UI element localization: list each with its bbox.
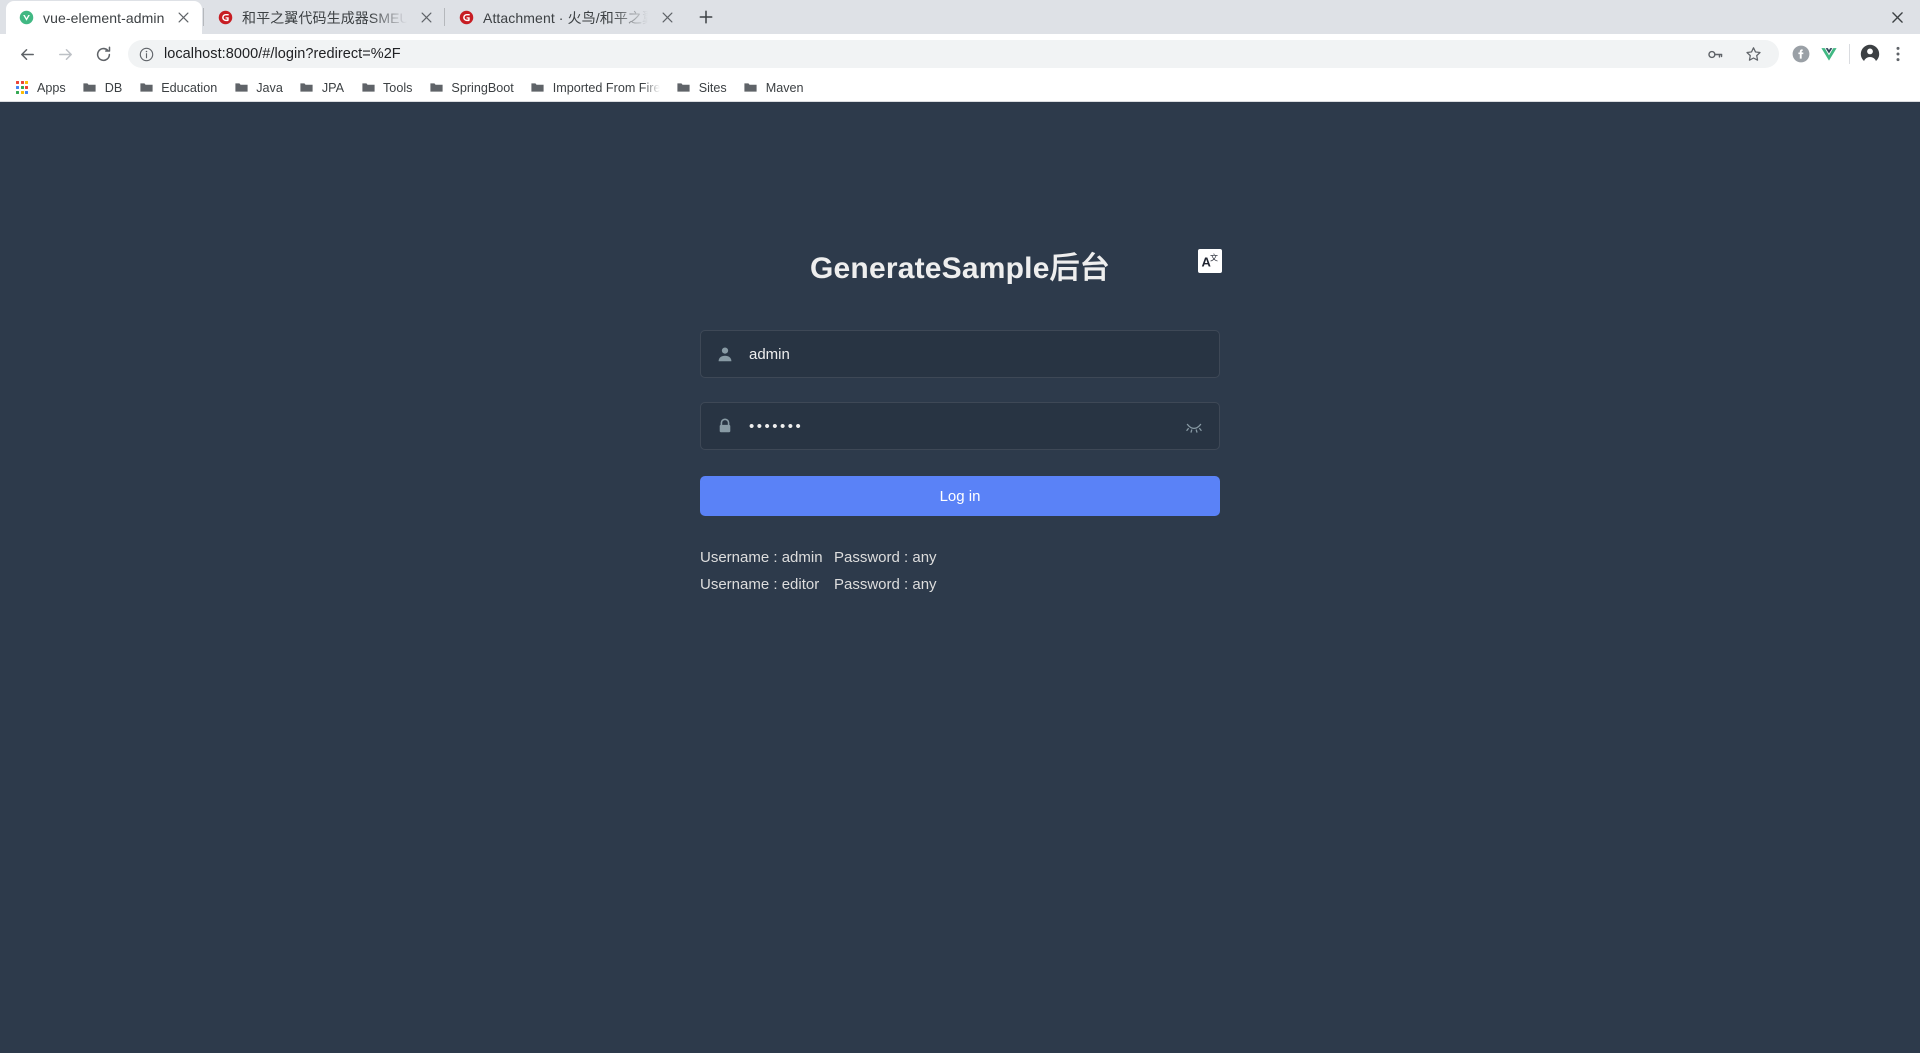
- bookmark-label: Maven: [765, 80, 804, 95]
- tab-title: Attachment · 火鸟/和平之翼: [483, 9, 648, 26]
- bookmark-imported-from-firefox[interactable]: Imported From Firefox: [522, 76, 668, 100]
- gitee-logo-icon: [458, 10, 474, 26]
- apps-grid-icon: [14, 80, 30, 96]
- bookmark-jpa[interactable]: JPA: [291, 76, 352, 100]
- gitee-logo-icon: [217, 10, 233, 26]
- hint-password: Password : any: [834, 576, 937, 593]
- browser-window: vue-element-admin 和平之翼代码生成器SMEU Attachme…: [0, 0, 1920, 1053]
- account-avatar-icon[interactable]: [1856, 40, 1884, 68]
- page-viewport: GenerateSample后台 A 文 admin ••••••• Log i…: [0, 102, 1920, 1053]
- bookmark-maven[interactable]: Maven: [735, 76, 812, 100]
- folder-icon: [428, 80, 444, 96]
- bookmark-springboot[interactable]: SpringBoot: [420, 76, 521, 100]
- tab-title: 和平之翼代码生成器SMEU: [242, 9, 407, 26]
- eye-closed-icon[interactable]: [1183, 415, 1205, 437]
- login-hints: Username : admin Password : any Username…: [700, 544, 1220, 598]
- folder-icon: [360, 80, 376, 96]
- bookmark-sites[interactable]: Sites: [668, 76, 735, 100]
- login-hint-row: Username : editor Password : any: [700, 571, 1220, 598]
- window-close-button[interactable]: [1874, 0, 1920, 34]
- bookmark-label: Apps: [37, 80, 66, 95]
- tab-title: vue-element-admin: [43, 9, 165, 26]
- bookmark-label: Java: [256, 80, 283, 95]
- bookmark-education[interactable]: Education: [130, 76, 225, 100]
- folder-icon: [233, 80, 249, 96]
- tab-close-icon[interactable]: [656, 7, 678, 29]
- window-controls: [1874, 0, 1920, 34]
- bookmark-label: Tools: [383, 80, 413, 95]
- lock-icon: [701, 417, 749, 435]
- tab-divider: [444, 8, 445, 26]
- bookmark-db[interactable]: DB: [74, 76, 131, 100]
- login-hint-row: Username : admin Password : any: [700, 544, 1220, 571]
- browser-tab-2[interactable]: 和平之翼代码生成器SMEU: [205, 1, 443, 34]
- user-icon: [701, 345, 749, 363]
- three-dot-menu-icon[interactable]: [1884, 40, 1912, 68]
- back-button[interactable]: [12, 39, 42, 69]
- username-input[interactable]: [749, 331, 1205, 377]
- login-header: GenerateSample后台 A 文: [700, 242, 1222, 288]
- hint-username: Username : admin: [700, 549, 823, 566]
- omnibox-actions: [1701, 40, 1767, 68]
- tab-close-icon[interactable]: [415, 7, 437, 29]
- key-icon[interactable]: [1701, 40, 1729, 68]
- star-icon[interactable]: [1739, 40, 1767, 68]
- info-circle-icon[interactable]: [138, 46, 154, 62]
- folder-icon: [138, 80, 154, 96]
- bookmark-label: Sites: [698, 80, 727, 95]
- bookmark-label: Imported From Firefox: [552, 80, 660, 95]
- folder-icon: [743, 80, 759, 96]
- tab-divider: [203, 8, 204, 26]
- vue-devtools-icon[interactable]: [1815, 40, 1843, 68]
- url-text: localhost:8000/#/login?redirect=%2F: [164, 46, 401, 62]
- bookmark-tools[interactable]: Tools: [352, 76, 420, 100]
- browser-tab-3[interactable]: Attachment · 火鸟/和平之翼: [446, 1, 684, 34]
- bookmark-apps[interactable]: Apps: [6, 76, 74, 100]
- browser-toolbar: localhost:8000/#/login?redirect=%2F: [0, 34, 1920, 74]
- new-tab-button[interactable]: [692, 3, 720, 31]
- bookmark-label: SpringBoot: [451, 80, 514, 95]
- folder-icon: [299, 80, 315, 96]
- tab-close-icon[interactable]: [173, 7, 195, 29]
- bookmark-label: Education: [161, 80, 218, 95]
- forward-button[interactable]: [50, 39, 80, 69]
- hint-username: Username : editor: [700, 576, 820, 593]
- login-form: GenerateSample后台 A 文 admin ••••••• Log i…: [700, 242, 1222, 598]
- f-extension-icon[interactable]: [1787, 40, 1815, 68]
- folder-icon: [82, 80, 98, 96]
- bookmark-java[interactable]: Java: [225, 76, 291, 100]
- tab-strip: vue-element-admin 和平之翼代码生成器SMEU Attachme…: [0, 0, 1920, 34]
- hint-password: Password : any: [834, 549, 937, 566]
- reload-button[interactable]: [88, 39, 118, 69]
- svg-text:文: 文: [1210, 253, 1218, 263]
- password-input[interactable]: [749, 403, 1175, 449]
- username-field[interactable]: [700, 330, 1220, 378]
- address-bar[interactable]: localhost:8000/#/login?redirect=%2F: [128, 40, 1779, 68]
- login-submit-button[interactable]: Log in: [700, 476, 1220, 516]
- folder-icon: [676, 80, 692, 96]
- password-field[interactable]: [700, 402, 1220, 450]
- language-switch-button[interactable]: A 文: [1198, 249, 1222, 273]
- vue-logo-icon: [18, 10, 34, 26]
- page-title: GenerateSample后台: [810, 252, 1110, 285]
- bookmarks-bar: Apps DB Education Java JPA Tools SpringB…: [0, 74, 1920, 102]
- bookmark-label: JPA: [321, 80, 345, 95]
- folder-icon: [530, 80, 546, 96]
- bookmark-label: DB: [104, 80, 123, 95]
- toolbar-divider: [1849, 44, 1850, 64]
- browser-tab-1[interactable]: vue-element-admin: [6, 1, 202, 34]
